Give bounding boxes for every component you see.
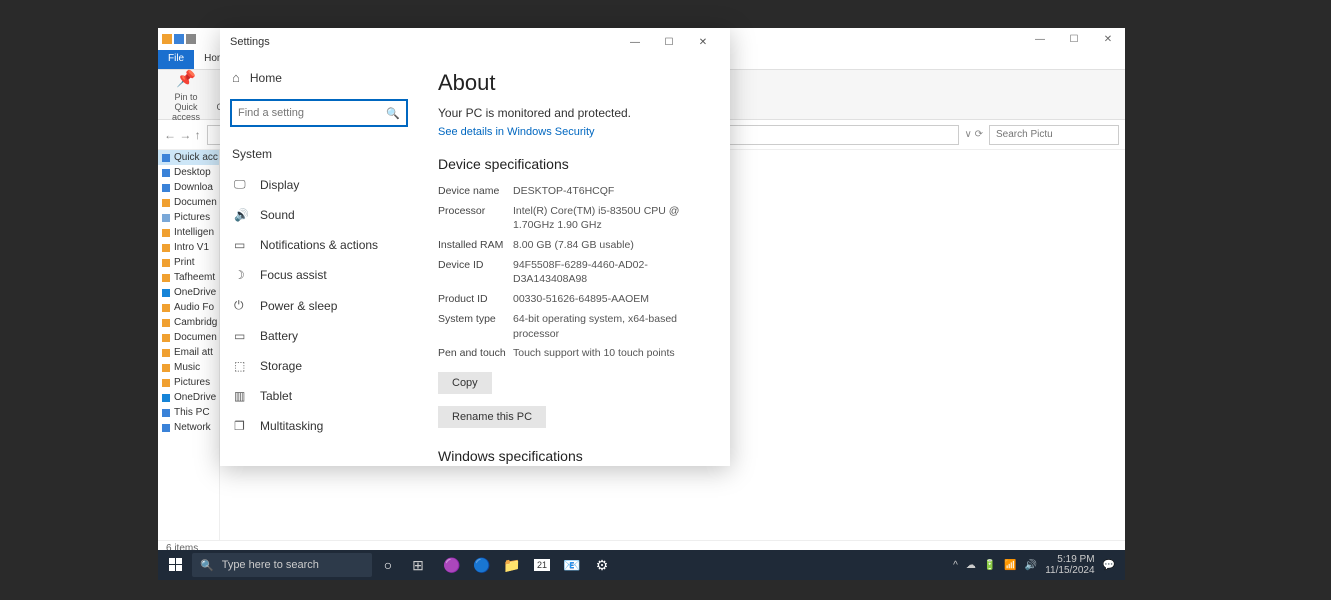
explorer-sidebar-item[interactable]: Intro V1 [158,240,219,255]
windows-security-link[interactable]: See details in Windows Security [438,126,710,138]
explorer-search-input[interactable] [989,125,1119,145]
device-spec-header: Device specifications [438,156,710,172]
explorer-sidebar-item[interactable]: Documen [158,330,219,345]
power-icon: ⏻ [234,298,248,313]
settings-nav-display[interactable]: 🖵Display [220,169,418,200]
explorer-sidebar-item[interactable]: Intelligen [158,225,219,240]
notif-icon: ▭ [234,238,248,252]
taskbar-explorer-icon[interactable]: 📁 [498,551,526,579]
explorer-sidebar-item[interactable]: Network [158,420,219,435]
system-tray[interactable]: ^ ☁ 🔋 📶 🔊 5:19 PM 11/15/2024 💬 [953,554,1121,576]
settings-titlebar[interactable]: Settings — ☐ ✕ [220,28,730,56]
explorer-sidebar-item[interactable]: Desktop [158,165,219,180]
settings-window: Settings — ☐ ✕ ⌂ Home 🔍 System 🖵Display🔊… [220,28,730,466]
settings-sidebar: ⌂ Home 🔍 System 🖵Display🔊Sound▭Notificat… [220,56,418,466]
explorer-sidebar-item[interactable]: Documen [158,195,219,210]
taskbar-settings-icon[interactable]: ⚙ [588,551,616,579]
settings-nav-focus[interactable]: ☽Focus assist [220,260,418,290]
spec-row: Device nameDESKTOP-4T6HCQF [438,184,710,199]
settings-nav-tablet[interactable]: ▥Tablet [220,381,418,411]
display-icon: 🖵 [234,177,248,192]
settings-nav-notif[interactable]: ▭Notifications & actions [220,230,418,260]
explorer-minimize-button[interactable]: — [1023,34,1057,45]
explorer-nav-buttons[interactable]: ← → ↑ [164,128,201,142]
settings-nav-power[interactable]: ⏻Power & sleep [220,290,418,321]
taskbar-app-icon[interactable]: 21 [528,551,556,579]
explorer-sidebar-item[interactable]: OneDrive [158,285,219,300]
tray-wifi-icon[interactable]: 📶 [1004,560,1016,571]
task-view-button[interactable]: ⊞ [404,551,432,579]
pin-icon: 📌 [175,68,197,90]
home-icon: ⌂ [232,70,240,85]
battery-icon: ▭ [234,329,248,343]
copy-specs-button[interactable]: Copy [438,372,492,394]
explorer-nav-pane[interactable]: Quick accDesktopDownloaDocumenPicturesIn… [158,150,220,550]
explorer-sidebar-item[interactable]: Pictures [158,210,219,225]
settings-nav-storage[interactable]: ⬚Storage [220,351,418,381]
focus-icon: ☽ [234,268,248,282]
settings-search-input[interactable] [238,107,386,119]
explorer-tab-file[interactable]: File [158,50,194,69]
tablet-icon: ▥ [234,389,248,403]
taskbar-copilot-icon[interactable]: 🟣 [438,551,466,579]
taskbar-clock[interactable]: 5:19 PM 11/15/2024 [1045,554,1094,576]
spec-row: Product ID00330-51626-64895-AAOEM [438,292,710,307]
settings-close-button[interactable]: ✕ [686,28,720,56]
start-button[interactable] [162,551,190,579]
explorer-sidebar-item[interactable]: OneDrive [158,390,219,405]
explorer-sidebar-item[interactable]: Music [158,360,219,375]
explorer-sidebar-item[interactable]: Print [158,255,219,270]
settings-title-text: Settings [230,36,270,48]
explorer-maximize-button[interactable]: ☐ [1057,34,1091,45]
settings-home-button[interactable]: ⌂ Home [220,64,418,91]
settings-search-box[interactable]: 🔍 [230,99,408,127]
search-icon: 🔍 [386,107,400,120]
spec-row: System type64-bit operating system, x64-… [438,312,710,341]
explorer-sidebar-item[interactable]: Audio Fo [158,300,219,315]
pin-quick-access-button[interactable]: 📌 Pin to Quick access [164,68,208,122]
spec-row: Installed RAM8.00 GB (7.84 GB usable) [438,238,710,253]
settings-nav-multi[interactable]: ❐Multitasking [220,411,418,441]
sound-icon: 🔊 [234,208,248,222]
taskbar: 🔍 Type here to search ○ ⊞ 🟣 🔵 📁 21 📧 ⚙ ^… [158,550,1125,580]
protection-status-text: Your PC is monitored and protected. [438,106,710,120]
taskbar-mail-icon[interactable]: 📧 [558,551,586,579]
windows-spec-header: Windows specifications [438,448,710,464]
explorer-sidebar-item[interactable]: Cambridg [158,315,219,330]
page-title: About [438,70,710,96]
tray-volume-icon[interactable]: 🔊 [1025,560,1037,571]
cortana-icon[interactable]: ○ [374,551,402,579]
tray-onedrive-icon[interactable]: ☁ [966,560,976,571]
tray-battery-icon[interactable]: 🔋 [984,560,996,571]
explorer-sidebar-item[interactable]: Tafheemt [158,270,219,285]
settings-category-label: System [220,139,418,169]
taskbar-search-box[interactable]: 🔍 Type here to search [192,553,372,577]
taskbar-edge-icon[interactable]: 🔵 [468,551,496,579]
tray-chevron-up-icon[interactable]: ^ [953,560,958,571]
explorer-sidebar-item[interactable]: Email att [158,345,219,360]
search-icon: 🔍 [200,559,214,572]
explorer-sidebar-item[interactable]: Downloa [158,180,219,195]
storage-icon: ⬚ [234,359,248,373]
spec-row: ProcessorIntel(R) Core(TM) i5-8350U CPU … [438,204,710,233]
settings-nav-sound[interactable]: 🔊Sound [220,200,418,230]
spec-row: Device ID94F5508F-6289-4460-AD02-D3A1434… [438,258,710,287]
explorer-close-button[interactable]: ✕ [1091,34,1125,45]
settings-nav-battery[interactable]: ▭Battery [220,321,418,351]
settings-main-content: About Your PC is monitored and protected… [418,56,730,466]
settings-maximize-button[interactable]: ☐ [652,28,686,56]
action-center-button[interactable]: 💬 [1103,560,1115,571]
multi-icon: ❐ [234,419,248,433]
explorer-sidebar-item[interactable]: Pictures [158,375,219,390]
explorer-sidebar-item[interactable]: Quick acc [158,150,219,165]
rename-pc-button[interactable]: Rename this PC [438,406,546,428]
spec-row: Pen and touchTouch support with 10 touch… [438,346,710,361]
explorer-sidebar-item[interactable]: This PC [158,405,219,420]
settings-minimize-button[interactable]: — [618,28,652,56]
